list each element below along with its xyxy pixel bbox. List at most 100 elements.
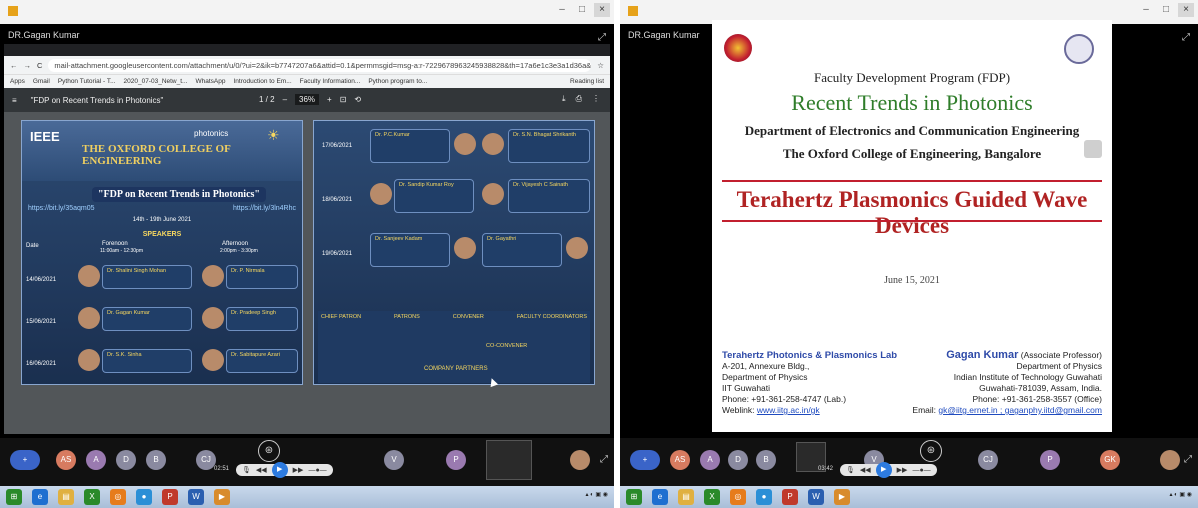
- participant-avatar[interactable]: D: [728, 450, 748, 470]
- bookmark-introduction[interactable]: Introduction to Em...: [233, 78, 291, 85]
- participant-avatar[interactable]: P: [446, 450, 466, 470]
- close-button[interactable]: ×: [594, 3, 610, 17]
- folder-icon[interactable]: ▤: [678, 489, 694, 505]
- participant-avatar[interactable]: A: [86, 450, 106, 470]
- powerpoint-icon[interactable]: P: [162, 489, 178, 505]
- bookmark-python-program[interactable]: Python program to...: [368, 78, 427, 85]
- mic-icon[interactable]: 🎙: [846, 466, 855, 474]
- media-icon[interactable]: ▶: [214, 489, 230, 505]
- download-icon[interactable]: ⤓: [562, 94, 566, 104]
- forward-icon[interactable]: ▶▶: [293, 466, 304, 474]
- rotate-icon[interactable]: ⟲: [354, 95, 361, 104]
- reload-icon[interactable]: C: [37, 61, 42, 70]
- chrome-icon[interactable]: ◎: [110, 489, 126, 505]
- link-left[interactable]: https://bit.ly/35aqm05: [28, 205, 95, 212]
- rewind-icon[interactable]: ◀◀: [860, 466, 871, 474]
- play-button[interactable]: ▶: [875, 462, 892, 478]
- print-icon[interactable]: ⎙: [576, 94, 582, 104]
- link-right[interactable]: https://bit.ly/3ln4Rhc: [233, 205, 296, 212]
- ie-icon[interactable]: e: [652, 489, 668, 505]
- zoom-level[interactable]: 36%: [295, 94, 320, 105]
- bookmark-faculty[interactable]: Faculty Information...: [300, 78, 361, 85]
- tray-icons[interactable]: ▴ ◐ ▣ ◉: [585, 491, 608, 498]
- system-tray: ▴ ◐ ▣ ◉: [1169, 491, 1192, 498]
- participant-avatar[interactable]: P: [1040, 450, 1060, 470]
- fullscreen-icon[interactable]: ⤢: [1182, 32, 1190, 43]
- browser-tabstrip[interactable]: [4, 44, 610, 56]
- media-icon[interactable]: ▶: [834, 489, 850, 505]
- app-icon[interactable]: ●: [136, 489, 152, 505]
- participant-avatar[interactable]: [570, 450, 590, 470]
- tray-icons[interactable]: ▴ ◐ ▣ ◉: [1169, 491, 1192, 498]
- star-icon[interactable]: ☆: [597, 61, 604, 70]
- zoom-out-button[interactable]: –: [283, 95, 287, 104]
- bookmark-apps[interactable]: Apps: [10, 78, 25, 85]
- participant-avatar[interactable]: [1160, 450, 1180, 470]
- word-icon[interactable]: W: [808, 489, 824, 505]
- app-icon[interactable]: ●: [756, 489, 772, 505]
- minimize-button[interactable]: –: [554, 3, 570, 17]
- expand-icon[interactable]: ⤢: [600, 454, 608, 465]
- participant-avatar[interactable]: AS: [670, 450, 690, 470]
- speaker-photo: [454, 237, 476, 259]
- participant-avatar[interactable]: D: [116, 450, 136, 470]
- expand-icon[interactable]: ⤢: [1184, 454, 1192, 465]
- participants-count-icon[interactable]: +: [10, 450, 40, 470]
- minimize-button[interactable]: –: [1138, 3, 1154, 17]
- weblink[interactable]: www.iitg.ac.in/gk: [757, 405, 820, 415]
- forward-icon[interactable]: ▶▶: [897, 466, 908, 474]
- participant-avatar[interactable]: CJ: [196, 450, 216, 470]
- rewind-icon[interactable]: ◀◀: [256, 466, 267, 474]
- participant-avatar[interactable]: CJ: [978, 450, 998, 470]
- slide-overlay-button[interactable]: [1084, 140, 1102, 158]
- fit-page-icon[interactable]: ⊡: [340, 95, 347, 104]
- participant-avatar[interactable]: B: [146, 450, 166, 470]
- excel-icon[interactable]: X: [84, 489, 100, 505]
- start-icon[interactable]: ⊞: [626, 489, 642, 505]
- call-timer: 02:51: [214, 466, 230, 472]
- zoom-in-button[interactable]: +: [327, 95, 332, 104]
- bookmark-netw[interactable]: 2020_07-03_Netw_t...: [124, 78, 188, 85]
- participant-avatar[interactable]: GK: [1100, 450, 1120, 470]
- slide-event-title: Recent Trends in Photonics: [791, 90, 1033, 115]
- powerpoint-icon[interactable]: P: [782, 489, 798, 505]
- volume-slider[interactable]: —●—: [912, 467, 930, 474]
- participant-avatar[interactable]: AS: [56, 450, 76, 470]
- start-icon[interactable]: ⊞: [6, 489, 22, 505]
- left-screen: – □ × DR.Gagan Kumar ⤢ ← → C mail-attach…: [0, 0, 614, 508]
- mic-icon[interactable]: 🎙: [242, 466, 251, 474]
- page-indicator[interactable]: 1 / 2: [259, 95, 275, 104]
- close-button[interactable]: ×: [1178, 3, 1194, 17]
- menu-icon[interactable]: ≡: [12, 96, 17, 105]
- participant-avatar[interactable]: A: [700, 450, 720, 470]
- folder-icon[interactable]: ▤: [58, 489, 74, 505]
- right-screen: – □ × DR.Gagan Kumar ⤢ Faculty Developme…: [620, 0, 1198, 508]
- chrome-icon[interactable]: ◎: [730, 489, 746, 505]
- participant-avatar[interactable]: B: [756, 450, 776, 470]
- speaker-card: Dr. Gayathri: [482, 233, 562, 267]
- bookmark-reading-list[interactable]: Reading list: [570, 78, 604, 85]
- email-link[interactable]: gk@iitg.ernet.in ; gaganphy.iitd@gmail.c…: [938, 405, 1102, 415]
- ie-icon[interactable]: e: [32, 489, 48, 505]
- word-icon[interactable]: W: [188, 489, 204, 505]
- participant-video[interactable]: [486, 440, 532, 480]
- participants-count-icon[interactable]: +: [630, 450, 660, 470]
- fullscreen-icon[interactable]: ⤢: [598, 32, 606, 43]
- volume-slider[interactable]: —●—: [308, 467, 326, 474]
- forenoon-label: Forenoon: [102, 241, 128, 247]
- participant-avatar[interactable]: V: [384, 450, 404, 470]
- bookmark-python-tutorial[interactable]: Python Tutorial - T...: [58, 78, 116, 85]
- excel-icon[interactable]: X: [704, 489, 720, 505]
- presentation-slide: Faculty Development Program (FDP) Recent…: [712, 20, 1112, 432]
- bookmark-gmail[interactable]: Gmail: [33, 78, 50, 85]
- back-icon[interactable]: ←: [10, 61, 18, 70]
- maximize-button[interactable]: □: [1158, 3, 1174, 17]
- pdf-viewer[interactable]: IEEE photonics ☀ THE OXFORD COLLEGE OF E…: [4, 112, 610, 434]
- play-button[interactable]: ▶: [271, 462, 288, 478]
- forward-icon[interactable]: →: [24, 61, 32, 70]
- maximize-button[interactable]: □: [574, 3, 590, 17]
- email-label: Email:: [912, 405, 937, 415]
- more-icon[interactable]: ⋮: [592, 94, 600, 104]
- url-input[interactable]: mail-attachment.googleusercontent.com/at…: [48, 58, 592, 72]
- bookmark-whatsapp[interactable]: WhatsApp: [195, 78, 225, 85]
